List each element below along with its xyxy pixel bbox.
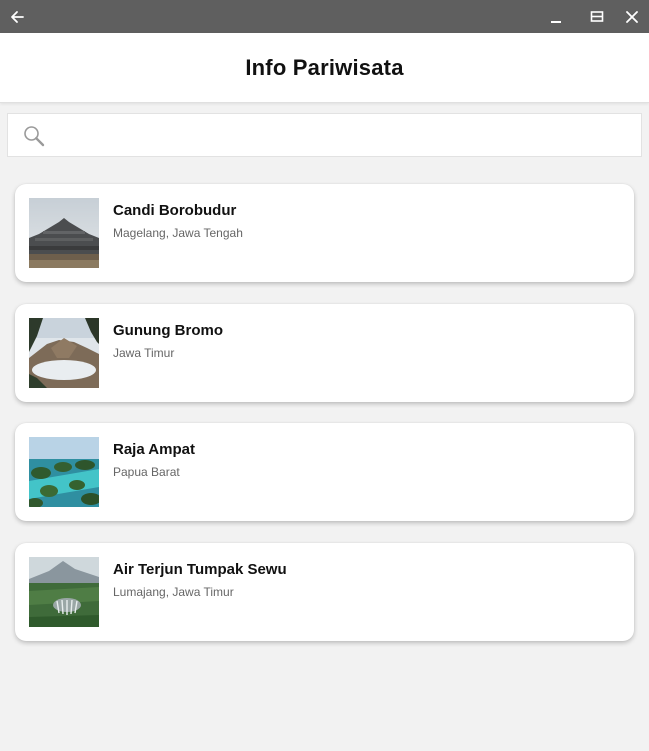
destination-location: Lumajang, Jawa Timur: [113, 585, 234, 599]
search-bar[interactable]: [7, 113, 642, 157]
destination-card-tumpak-sewu[interactable]: Air Terjun Tumpak Sewu Lumajang, Jawa Ti…: [15, 543, 634, 641]
minimize-button[interactable]: [539, 0, 573, 33]
search-icon: [24, 126, 45, 147]
page-title: Info Pariwisata: [245, 54, 404, 80]
window-titlebar: [0, 0, 649, 33]
minimize-icon: [551, 20, 561, 23]
destination-thumbnail: [29, 557, 99, 627]
volcano-photo: [29, 318, 99, 388]
destination-name: Gunung Bromo: [113, 322, 223, 339]
destination-location: Jawa Timur: [113, 346, 175, 360]
destination-location: Papua Barat: [113, 465, 180, 479]
close-button[interactable]: [615, 0, 649, 33]
destination-thumbnail: [29, 198, 99, 268]
destination-card-raja-ampat[interactable]: Raja Ampat Papua Barat: [15, 423, 634, 521]
temple-photo: [29, 198, 99, 268]
destination-card-bromo[interactable]: Gunung Bromo Jawa Timur: [15, 304, 634, 402]
destination-location: Magelang, Jawa Tengah: [113, 226, 243, 240]
destination-name: Air Terjun Tumpak Sewu: [113, 561, 287, 578]
back-button[interactable]: [0, 0, 34, 33]
destination-thumbnail: [29, 318, 99, 388]
destination-name: Raja Ampat: [113, 441, 195, 458]
app-bar: Info Pariwisata: [0, 33, 649, 103]
maximize-button[interactable]: [580, 0, 614, 33]
destination-thumbnail: [29, 437, 99, 507]
waterfall-photo: [29, 557, 99, 627]
islands-photo: [29, 437, 99, 507]
destination-name: Candi Borobudur: [113, 202, 237, 219]
destination-card-borobudur[interactable]: Candi Borobudur Magelang, Jawa Tengah: [15, 184, 634, 282]
maximize-icon: [590, 10, 604, 22]
search-input[interactable]: [56, 114, 636, 156]
close-icon: [626, 10, 638, 23]
arrow-left-icon: [11, 10, 24, 23]
